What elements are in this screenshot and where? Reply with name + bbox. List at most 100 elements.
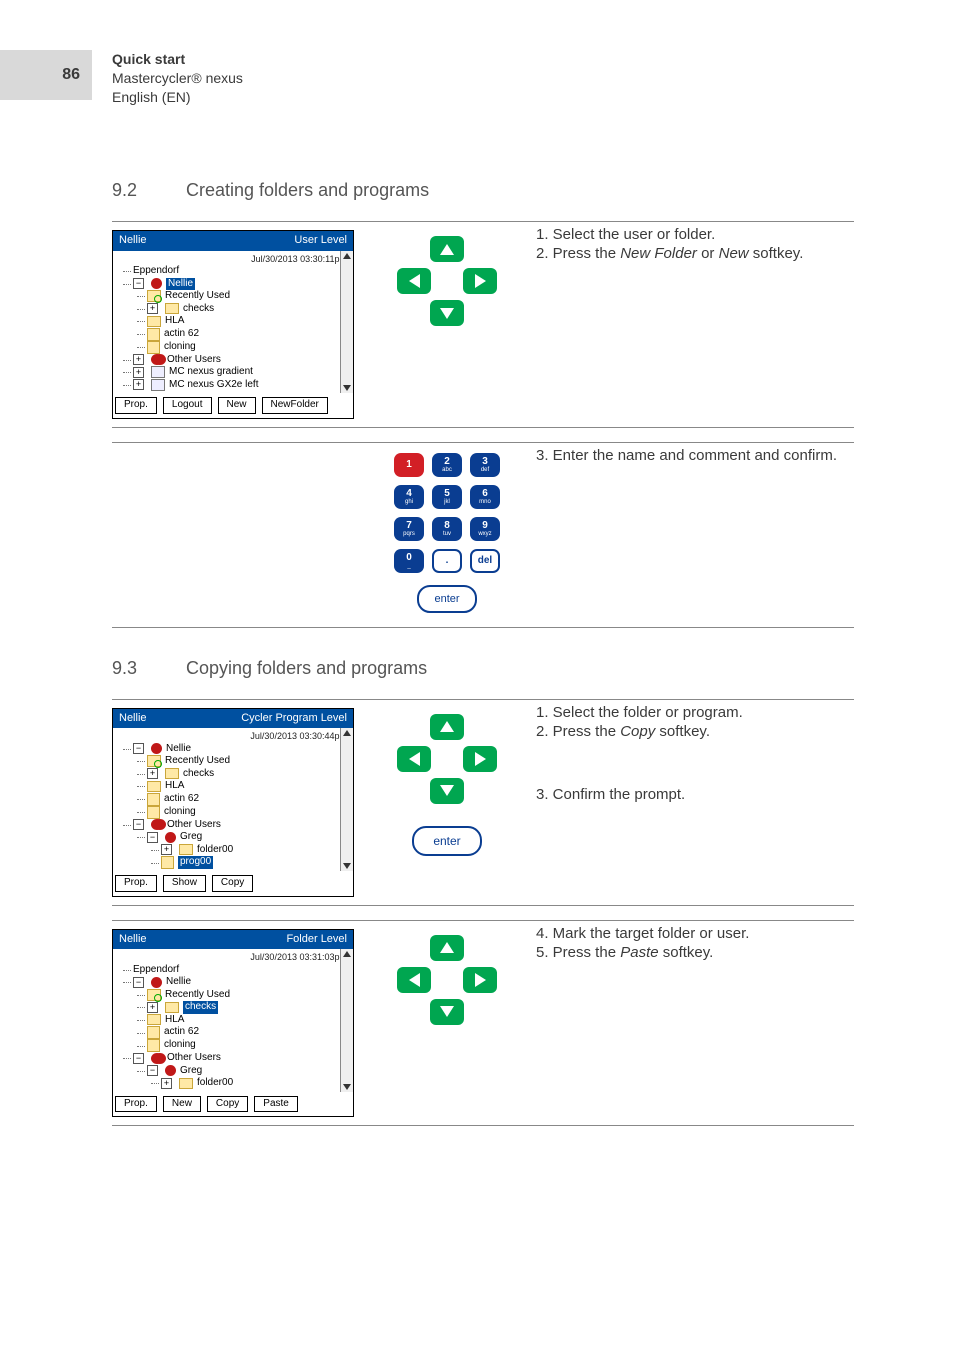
key-0[interactable]: 0_ <box>394 549 424 573</box>
tree-item-label: Nellie <box>166 743 191 756</box>
tree-item[interactable]: +Other Users <box>123 354 349 367</box>
fold-icon <box>165 303 179 314</box>
tree-item[interactable]: +checks <box>137 768 349 781</box>
nav-left-button[interactable] <box>397 967 431 993</box>
key-5[interactable]: 5jkl <box>432 485 462 509</box>
nav-left-button[interactable] <box>397 268 431 294</box>
nav-down-button[interactable] <box>430 300 464 326</box>
tree-item[interactable]: −Other Users <box>123 1052 349 1065</box>
tree-item[interactable]: Recently Used <box>137 989 349 1002</box>
s1-bar-right: User Level <box>294 234 347 248</box>
tree-item-label: actin 62 <box>164 328 199 341</box>
expand-toggle[interactable]: − <box>133 977 144 988</box>
expand-toggle[interactable]: − <box>133 819 144 830</box>
scrollbar[interactable] <box>340 949 353 1091</box>
nav-up-button[interactable] <box>430 935 464 961</box>
users-icon <box>151 819 163 830</box>
scenario-1: NellieUser Level Jul/30/2013 03:30:11pm … <box>112 221 854 428</box>
tree-item[interactable]: +folder00 <box>151 844 349 857</box>
nav-up-button[interactable] <box>430 714 464 740</box>
user-icon <box>165 832 176 843</box>
key-2[interactable]: 2abc <box>432 453 462 477</box>
key-6[interactable]: 6mno <box>470 485 500 509</box>
softkey-newfolder[interactable]: NewFolder <box>262 397 328 414</box>
expand-toggle[interactable]: − <box>133 278 144 289</box>
softkey-show[interactable]: Show <box>163 875 206 892</box>
nav-right-button[interactable] <box>463 268 497 294</box>
softkey-paste[interactable]: Paste <box>254 1096 298 1113</box>
nav-right-button[interactable] <box>463 967 497 993</box>
expand-toggle[interactable]: + <box>161 1078 172 1089</box>
tree-item[interactable]: +checks <box>137 303 349 316</box>
nav-down-button[interactable] <box>430 999 464 1025</box>
tree-item[interactable]: + folder00 <box>151 1077 349 1090</box>
tree-item[interactable]: HLA <box>137 1014 349 1027</box>
softkey-copy[interactable]: Copy <box>212 875 253 892</box>
key-7[interactable]: 7pqrs <box>394 517 424 541</box>
key-1[interactable]: 1 <box>394 453 424 477</box>
key-9[interactable]: 9wxyz <box>470 517 500 541</box>
tree-item[interactable]: −Greg <box>137 1065 349 1078</box>
key-del[interactable]: del <box>470 549 500 573</box>
key-.[interactable]: . <box>432 549 462 573</box>
tree-item[interactable]: cloning <box>137 1039 349 1052</box>
expand-toggle[interactable]: − <box>133 1053 144 1064</box>
tree-item[interactable]: + MC nexus GX2e left <box>123 379 349 392</box>
tree-item-label: Eppendorf <box>133 964 179 977</box>
tree-item[interactable]: actin 62 <box>137 1026 349 1039</box>
scrollbar[interactable] <box>340 251 353 393</box>
prog-icon <box>147 793 160 806</box>
tree-item[interactable]: − Nellie <box>123 743 349 756</box>
expand-toggle[interactable]: + <box>133 354 144 365</box>
tree-item[interactable]: actin 62 <box>137 793 349 806</box>
expand-toggle[interactable]: − <box>147 832 158 843</box>
key-3[interactable]: 3def <box>470 453 500 477</box>
nav-left-button[interactable] <box>397 746 431 772</box>
tree-item[interactable]: −Nellie <box>123 976 349 989</box>
prog-icon <box>147 1039 160 1052</box>
scrollbar[interactable] <box>340 728 353 871</box>
tree-item[interactable]: +MC nexus gradient <box>123 366 349 379</box>
tree-item[interactable]: −Greg <box>137 831 349 844</box>
key-4[interactable]: 4ghi <box>394 485 424 509</box>
nav-down-button[interactable] <box>430 778 464 804</box>
expand-toggle[interactable]: + <box>133 379 144 390</box>
tree-item[interactable]: Recently Used <box>137 290 349 303</box>
enter-button[interactable]: enter <box>412 826 482 856</box>
section-93-num: 9.3 <box>112 658 146 679</box>
tree-item[interactable]: HLA <box>137 780 349 793</box>
tree-item-label: cloning <box>164 1039 196 1052</box>
expand-toggle[interactable]: − <box>147 1065 158 1076</box>
tree-item[interactable]: Eppendorf <box>123 265 349 278</box>
tree-item[interactable]: HLA <box>137 315 349 328</box>
expand-toggle[interactable]: + <box>161 844 172 855</box>
softkey-prop[interactable]: Prop. <box>115 875 157 892</box>
tree-item[interactable]: Eppendorf <box>123 964 349 977</box>
tree-item[interactable]: cloning <box>137 341 349 354</box>
expand-toggle[interactable]: + <box>133 367 144 378</box>
tree-item-label: MC nexus GX2e left <box>169 379 258 392</box>
softkey-prop[interactable]: Prop. <box>115 397 157 414</box>
tree-item[interactable]: prog00 <box>151 856 349 869</box>
expand-toggle[interactable]: + <box>147 768 158 779</box>
expand-toggle[interactable]: + <box>147 303 158 314</box>
tree-item-label: folder00 <box>197 1077 233 1090</box>
tree-item[interactable]: +checks <box>137 1001 349 1014</box>
softkey-copy[interactable]: Copy <box>207 1096 248 1113</box>
nav-right-button[interactable] <box>463 746 497 772</box>
softkey-new[interactable]: New <box>218 397 256 414</box>
tree-item[interactable]: −Other Users <box>123 819 349 832</box>
enter-button[interactable]: enter <box>417 585 477 613</box>
tree-item[interactable]: cloning <box>137 806 349 819</box>
tree-item[interactable]: −Nellie <box>123 278 349 291</box>
softkey-logout[interactable]: Logout <box>163 397 212 414</box>
key-8[interactable]: 8tuv <box>432 517 462 541</box>
expand-toggle[interactable]: − <box>133 743 144 754</box>
tree-item[interactable]: Recently Used <box>137 755 349 768</box>
tree-item[interactable]: actin 62 <box>137 328 349 341</box>
nav-up-button[interactable] <box>430 236 464 262</box>
tree-item-label: Recently Used <box>165 989 230 1002</box>
expand-toggle[interactable]: + <box>147 1002 158 1013</box>
softkey-new[interactable]: New <box>163 1096 201 1113</box>
softkey-prop[interactable]: Prop. <box>115 1096 157 1113</box>
